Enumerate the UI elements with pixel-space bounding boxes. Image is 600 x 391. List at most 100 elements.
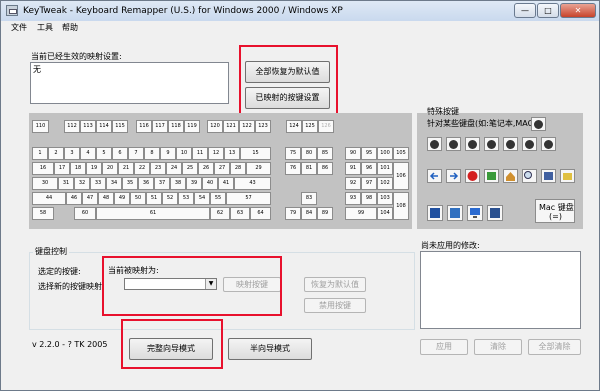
minimize-button[interactable]: — [514, 3, 536, 18]
key-117[interactable]: 117 [152, 120, 168, 133]
key-114[interactable]: 114 [96, 120, 112, 133]
mail-key-icon[interactable] [560, 169, 575, 183]
pending-changes-list[interactable] [420, 251, 581, 329]
close-button[interactable]: ✕ [560, 3, 596, 18]
key-43[interactable]: 43 [234, 177, 271, 190]
key-49[interactable]: 49 [114, 192, 130, 205]
key-80[interactable]: 80 [301, 147, 317, 160]
key-62[interactable]: 62 [210, 207, 230, 220]
key-122[interactable]: 122 [239, 120, 255, 133]
mac-keyboard-key[interactable]: Mac 键盘 (=) [535, 199, 575, 223]
key-76[interactable]: 76 [285, 162, 301, 175]
key-119[interactable]: 119 [184, 120, 200, 133]
key-38[interactable]: 38 [170, 177, 186, 190]
key-81[interactable]: 81 [301, 162, 317, 175]
key-9[interactable]: 9 [160, 147, 176, 160]
key-121[interactable]: 121 [223, 120, 239, 133]
apply-button[interactable]: 应用 [420, 339, 468, 355]
key-27[interactable]: 27 [214, 162, 230, 175]
key-75[interactable]: 75 [285, 147, 301, 160]
key-123[interactable]: 123 [255, 120, 271, 133]
key-35[interactable]: 35 [122, 177, 138, 190]
next-track-key-icon[interactable] [484, 137, 499, 151]
computer-key-icon[interactable] [427, 205, 443, 221]
key-25[interactable]: 25 [182, 162, 198, 175]
key-28[interactable]: 28 [230, 162, 246, 175]
key-55[interactable]: 55 [210, 192, 226, 205]
volume-up-key-icon[interactable] [541, 137, 556, 151]
key-83[interactable]: 83 [301, 192, 317, 205]
menu-help[interactable]: 帮助 [62, 22, 78, 33]
key-44[interactable]: 44 [32, 192, 66, 205]
key-98[interactable]: 98 [361, 192, 377, 205]
menu-tools[interactable]: 工具 [37, 22, 53, 33]
key-37[interactable]: 37 [154, 177, 170, 190]
menu-file[interactable]: 文件 [11, 22, 27, 33]
clear-button[interactable]: 清除 [474, 339, 522, 355]
key-104[interactable]: 104 [377, 207, 393, 220]
key-18[interactable]: 18 [70, 162, 86, 175]
key-7[interactable]: 7 [128, 147, 144, 160]
key-92[interactable]: 92 [345, 177, 361, 190]
key-51[interactable]: 51 [146, 192, 162, 205]
key-108[interactable]: 108 [393, 192, 409, 220]
maximize-button[interactable]: □ [537, 3, 559, 18]
key-3[interactable]: 3 [64, 147, 80, 160]
key-30[interactable]: 30 [32, 177, 58, 190]
key-100[interactable]: 100 [377, 147, 393, 160]
key-116[interactable]: 116 [136, 120, 152, 133]
eject-key-icon[interactable] [531, 117, 546, 131]
key-115[interactable]: 115 [112, 120, 128, 133]
key-22[interactable]: 22 [134, 162, 150, 175]
key-84[interactable]: 84 [301, 207, 317, 220]
key-118[interactable]: 118 [168, 120, 184, 133]
key-20[interactable]: 20 [102, 162, 118, 175]
calculator-key-icon[interactable] [447, 205, 463, 221]
key-31[interactable]: 31 [58, 177, 74, 190]
key-89[interactable]: 89 [317, 207, 333, 220]
key-52[interactable]: 52 [162, 192, 178, 205]
back-arrow-key-icon[interactable] [427, 169, 442, 183]
key-47[interactable]: 47 [82, 192, 98, 205]
stop-media-key-icon[interactable] [446, 137, 461, 151]
key-110[interactable]: 110 [32, 120, 49, 133]
monitor-key-icon[interactable] [467, 205, 483, 221]
key-41[interactable]: 41 [218, 177, 234, 190]
key-19[interactable]: 19 [86, 162, 102, 175]
key-23[interactable]: 23 [150, 162, 166, 175]
key-36[interactable]: 36 [138, 177, 154, 190]
prev-track-key-icon[interactable] [465, 137, 480, 151]
key-17[interactable]: 17 [54, 162, 70, 175]
key-113[interactable]: 113 [80, 120, 96, 133]
key-79[interactable]: 79 [285, 207, 301, 220]
key-21[interactable]: 21 [118, 162, 134, 175]
key-96[interactable]: 96 [361, 162, 377, 175]
key-101[interactable]: 101 [377, 162, 393, 175]
key-2[interactable]: 2 [48, 147, 64, 160]
key-99[interactable]: 99 [345, 207, 377, 220]
key-26[interactable]: 26 [198, 162, 214, 175]
key-12[interactable]: 12 [208, 147, 224, 160]
key-105[interactable]: 105 [393, 147, 409, 160]
key-29[interactable]: 29 [246, 162, 271, 175]
key-97[interactable]: 97 [361, 177, 377, 190]
key-85[interactable]: 85 [317, 147, 333, 160]
key-5[interactable]: 5 [96, 147, 112, 160]
key-46[interactable]: 46 [66, 192, 82, 205]
key-58[interactable]: 58 [32, 207, 54, 220]
mapping-item[interactable]: 无 [33, 64, 41, 75]
key-50[interactable]: 50 [130, 192, 146, 205]
key-124[interactable]: 124 [286, 120, 302, 133]
key-106[interactable]: 106 [393, 162, 409, 190]
mute-key-icon[interactable] [522, 137, 537, 151]
key-102[interactable]: 102 [377, 177, 393, 190]
key-33[interactable]: 33 [90, 177, 106, 190]
key-4[interactable]: 4 [80, 147, 96, 160]
key-64[interactable]: 64 [250, 207, 271, 220]
key-126[interactable]: 126 [318, 120, 334, 133]
key-53[interactable]: 53 [178, 192, 194, 205]
key-93[interactable]: 93 [345, 192, 361, 205]
key-40[interactable]: 40 [202, 177, 218, 190]
key-6[interactable]: 6 [112, 147, 128, 160]
key-1[interactable]: 1 [32, 147, 48, 160]
